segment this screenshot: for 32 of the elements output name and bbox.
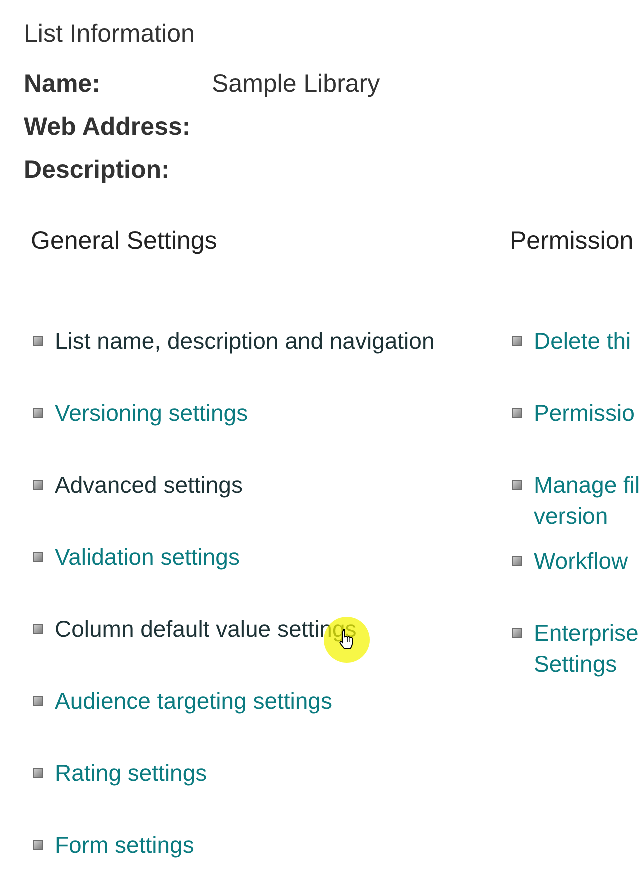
bullet-icon — [33, 768, 43, 778]
bullet-icon — [33, 336, 43, 346]
settings-link[interactable]: Rating settings — [55, 758, 208, 789]
bullet-icon — [33, 624, 43, 634]
bullet-icon — [512, 408, 522, 418]
section-heading: Permission — [510, 226, 634, 256]
settings-link[interactable]: Validation settings — [55, 542, 240, 573]
settings-link[interactable]: Advanced settings — [55, 470, 243, 501]
bullet-icon — [33, 696, 43, 706]
bullet-icon — [512, 556, 522, 566]
settings-link[interactable]: Form settings — [55, 830, 194, 861]
settings-link[interactable]: Workflow — [534, 546, 628, 577]
settings-link[interactable]: Permissio — [534, 398, 635, 429]
bullet-icon — [33, 408, 43, 418]
bullet-icon — [33, 552, 43, 562]
field-label: Description: — [24, 154, 171, 184]
field-value: Sample Library — [212, 68, 380, 98]
settings-link[interactable]: Audience targeting settings — [55, 686, 332, 717]
section-title: List Information — [24, 19, 195, 49]
settings-link[interactable]: Versioning settings — [55, 398, 248, 429]
field-label: Web Address: — [24, 112, 192, 142]
bullet-icon — [512, 336, 522, 346]
bullet-icon — [512, 628, 522, 638]
settings-link[interactable]: Enterprise Settings — [534, 618, 639, 680]
field-label: Name: — [24, 68, 102, 98]
settings-link[interactable]: Delete thi — [534, 326, 632, 357]
settings-link[interactable]: List name, description and navigation — [55, 326, 435, 357]
bullet-icon — [33, 840, 43, 850]
section-heading: General Settings — [31, 226, 218, 256]
settings-link[interactable]: Manage fil version — [534, 470, 639, 532]
bullet-icon — [512, 480, 522, 490]
bullet-icon — [33, 480, 43, 490]
